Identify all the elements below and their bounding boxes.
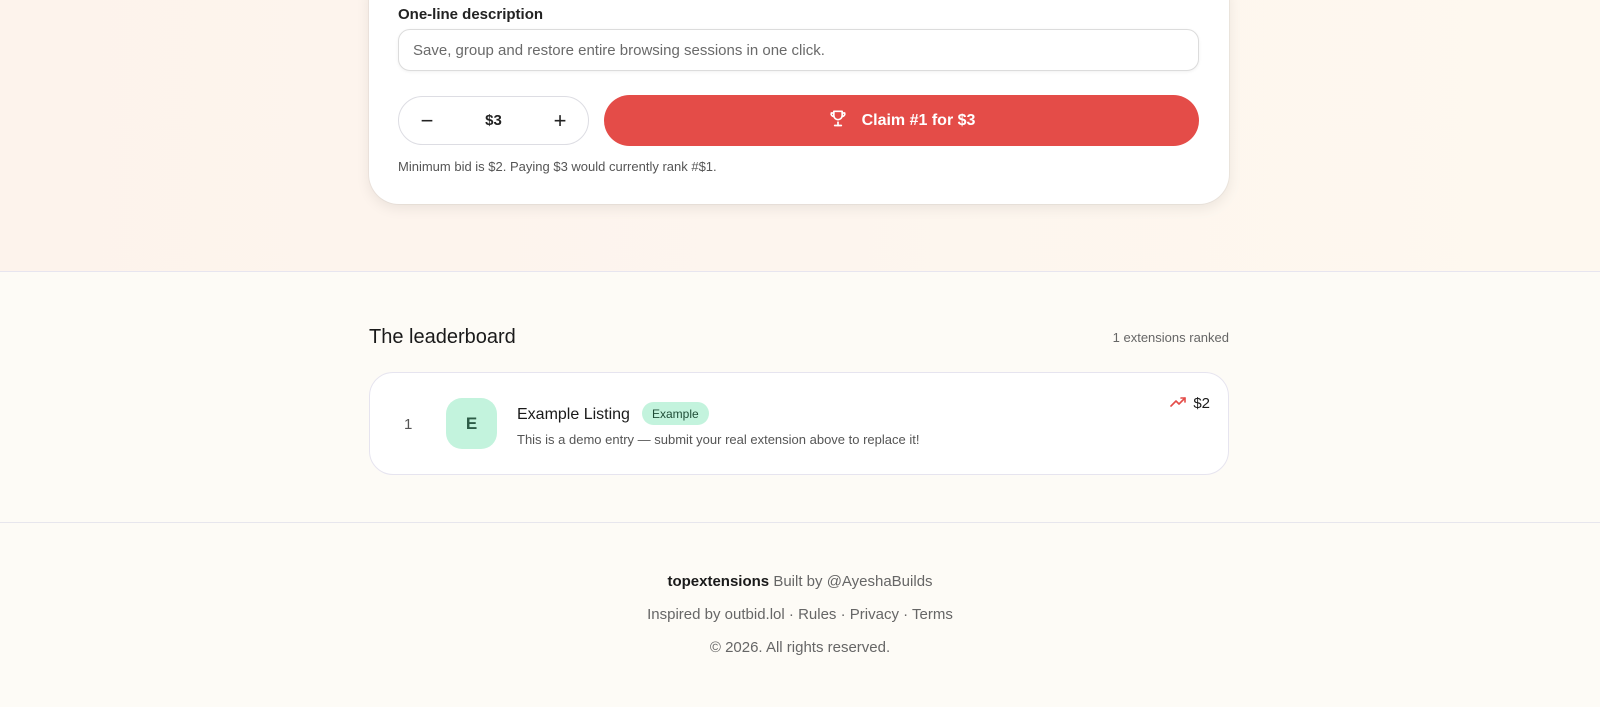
footer-links: Inspired by outbid.lol · Rules · Privacy…	[0, 605, 1600, 638]
avatar: E	[446, 398, 497, 449]
listing-description: This is a demo entry — submit your real …	[517, 432, 920, 447]
description-label: One-line description	[398, 6, 544, 23]
leaderboard-title: The leaderboard	[369, 326, 516, 348]
leaderboard-count: 1 extensions ranked	[1112, 330, 1229, 345]
hero-section: One-line description − $3 + Claim #1 for…	[0, 0, 1600, 272]
trending-up-icon	[1170, 395, 1187, 412]
rank-number: 1	[404, 416, 413, 433]
separator: ·	[840, 606, 846, 623]
example-badge: Example	[642, 402, 709, 425]
bid-hint: Minimum bid is $2. Paying $3 would curre…	[398, 159, 717, 174]
privacy-link[interactable]: Privacy	[850, 606, 899, 623]
footer: topextensions Built by @AyeshaBuilds Ins…	[0, 572, 1600, 671]
bid-value[interactable]: $3	[485, 112, 502, 129]
claim-button[interactable]: Claim #1 for $3	[604, 95, 1199, 146]
inspired-link[interactable]: Inspired by outbid.lol	[647, 606, 785, 623]
rules-link[interactable]: Rules	[798, 606, 836, 623]
bid-stepper: − $3 +	[398, 96, 589, 145]
footer-brand[interactable]: topextensions	[667, 573, 769, 590]
trophy-icon	[828, 108, 848, 133]
description-input[interactable]	[398, 29, 1199, 71]
increment-button[interactable]: +	[546, 107, 574, 135]
separator: ·	[903, 606, 909, 623]
copyright: © 2026. All rights reserved.	[709, 639, 891, 656]
price-value: $2	[1193, 395, 1210, 412]
footer-divider	[0, 522, 1600, 523]
submit-card: One-line description − $3 + Claim #1 for…	[369, 0, 1229, 204]
leaderboard-row[interactable]: 1 E Example Listing Example This is a de…	[369, 372, 1229, 475]
listing-price: $2	[1170, 395, 1210, 412]
terms-link[interactable]: Terms	[912, 606, 953, 623]
author-link[interactable]: @AyeshaBuilds	[827, 573, 933, 590]
decrement-button[interactable]: −	[413, 107, 441, 135]
built-by-text: Built by	[773, 573, 823, 590]
separator: ·	[788, 606, 794, 623]
listing-name[interactable]: Example Listing	[517, 406, 630, 424]
claim-label: Claim #1 for $3	[861, 111, 976, 129]
footer-credit: topextensions Built by @AyeshaBuilds	[0, 572, 1600, 605]
